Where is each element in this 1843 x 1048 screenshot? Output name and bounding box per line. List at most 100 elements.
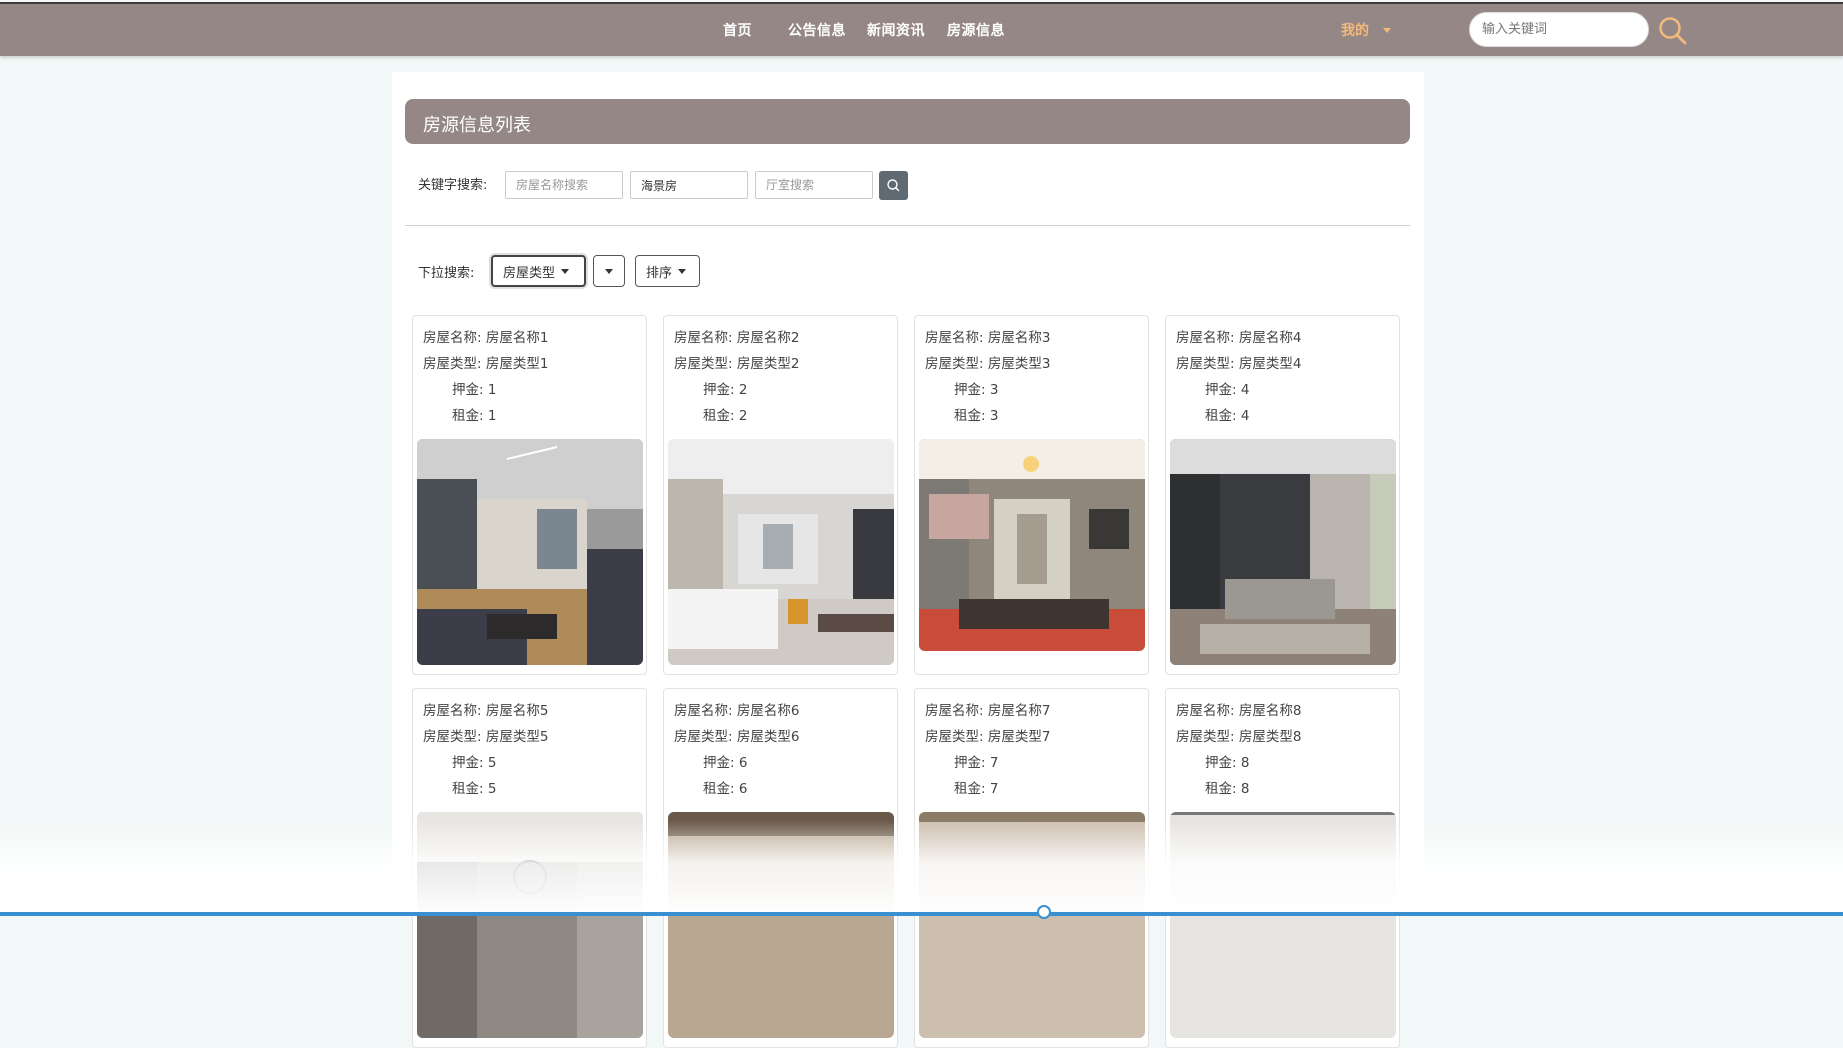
house-name-row: 房屋名称: 房屋名称6 [674,699,799,719]
house-type-dropdown[interactable]: 房屋类型 [491,255,586,287]
house-name-label: 房屋名称: [423,703,482,719]
sort-dropdown-label: 排序 [646,265,673,281]
house-card[interactable]: 房屋名称: 房屋名称1 房屋类型: 房屋类型1 押金: 1 租金: 1 [412,315,647,675]
slider-handle[interactable] [1037,905,1051,919]
house-type-value: 房屋类型6 [736,729,800,745]
nav-houses[interactable]: 房源信息 [947,20,1005,40]
search-icon[interactable] [1656,14,1690,48]
rent-value: 4 [1240,408,1250,424]
house-type-row: 房屋类型: 房屋类型4 [1176,352,1301,372]
house-type-row: 房屋类型: 房屋类型2 [674,352,799,372]
house-name-value: 房屋名称2 [736,330,800,346]
sort-dropdown[interactable]: 排序 [635,255,700,287]
house-photo[interactable] [668,812,894,1038]
rent-value: 1 [487,408,497,424]
my-menu[interactable]: 我的 [1341,20,1369,40]
chevron-down-icon[interactable] [1383,28,1391,33]
hall-search-input[interactable] [755,171,873,199]
nav-home[interactable]: 首页 [723,20,752,40]
house-photo[interactable] [417,439,643,665]
deposit-label: 押金: [954,755,986,771]
house-type-label: 房屋类型: [1176,356,1235,372]
house-card[interactable]: 房屋名称: 房屋名称3 房屋类型: 房屋类型3 押金: 3 租金: 3 [914,315,1149,675]
rent-row: 租金: 1 [452,404,496,424]
deposit-row: 押金: 6 [703,751,747,771]
house-name-row: 房屋名称: 房屋名称7 [925,699,1050,719]
top-search-input[interactable] [1469,12,1649,47]
rent-row: 租金: 5 [452,777,496,797]
house-name-row: 房屋名称: 房屋名称8 [1176,699,1301,719]
rent-row: 租金: 6 [703,777,747,797]
house-name-value: 房屋名称4 [1238,330,1302,346]
caret-down-icon [605,268,613,274]
search-button[interactable] [879,171,908,200]
house-photo[interactable] [668,439,894,665]
house-type-label: 房屋类型: [674,356,733,372]
house-name-row: 房屋名称: 房屋名称2 [674,326,799,346]
house-type-value: 房屋类型5 [485,729,549,745]
rent-row: 租金: 7 [954,777,998,797]
deposit-row: 押金: 1 [452,378,496,398]
rent-row: 租金: 8 [1205,777,1249,797]
deposit-value: 6 [738,755,748,771]
rent-row: 租金: 4 [1205,404,1249,424]
rent-label: 租金: [452,408,484,424]
deposit-label: 押金: [954,382,986,398]
house-name-label: 房屋名称: [925,703,984,719]
house-card[interactable]: 房屋名称: 房屋名称8 房屋类型: 房屋类型8 押金: 8 租金: 8 [1165,688,1400,1048]
house-photo[interactable] [1170,439,1396,665]
house-type-value: 房屋类型8 [1238,729,1302,745]
house-name-value: 房屋名称5 [485,703,549,719]
top-edge [0,2,1843,4]
nav-news[interactable]: 新闻资讯 [867,20,925,40]
house-card[interactable]: 房屋名称: 房屋名称6 房屋类型: 房屋类型6 押金: 6 租金: 6 [663,688,898,1048]
caret-down-icon [561,268,570,274]
rent-value: 2 [738,408,748,424]
house-type-label: 房屋类型: [423,729,482,745]
house-type-search-input[interactable] [630,171,748,199]
deposit-row: 押金: 5 [452,751,496,771]
deposit-row: 押金: 2 [703,378,747,398]
house-name-value: 房屋名称1 [485,330,549,346]
house-name-label: 房屋名称: [1176,330,1235,346]
nav-announcements[interactable]: 公告信息 [788,20,846,40]
house-card[interactable]: 房屋名称: 房屋名称2 房屋类型: 房屋类型2 押金: 2 租金: 2 [663,315,898,675]
house-type-label: 房屋类型: [674,729,733,745]
deposit-label: 押金: [703,382,735,398]
house-name-search-input[interactable] [505,171,623,199]
house-type-value: 房屋类型4 [1238,356,1302,372]
rent-label: 租金: [452,781,484,797]
rent-label: 租金: [1205,781,1237,797]
house-photo[interactable] [417,812,643,1038]
rent-value: 8 [1240,781,1250,797]
house-type-value: 房屋类型3 [987,356,1051,372]
rent-row: 租金: 2 [703,404,747,424]
house-card[interactable]: 房屋名称: 房屋名称4 房屋类型: 房屋类型4 押金: 4 租金: 4 [1165,315,1400,675]
house-name-value: 房屋名称8 [1238,703,1302,719]
house-type-label: 房屋类型: [1176,729,1235,745]
page-title: 房源信息列表 [423,115,531,136]
search-icon [887,179,900,192]
house-photo[interactable] [919,812,1145,1038]
deposit-value: 3 [989,382,999,398]
rent-label: 租金: [703,781,735,797]
house-photo[interactable] [1170,812,1396,1038]
deposit-value: 2 [738,382,748,398]
house-photo[interactable] [919,439,1145,651]
house-type-row: 房屋类型: 房屋类型5 [423,725,548,745]
house-name-row: 房屋名称: 房屋名称1 [423,326,548,346]
house-card[interactable]: 房屋名称: 房屋名称5 房屋类型: 房屋类型5 押金: 5 租金: 5 [412,688,647,1048]
deposit-value: 4 [1240,382,1250,398]
house-name-value: 房屋名称7 [987,703,1051,719]
top-nav-bar: 首页 公告信息 新闻资讯 房源信息 我的 [0,2,1843,56]
house-name-row: 房屋名称: 房屋名称4 [1176,326,1301,346]
second-dropdown[interactable] [593,255,625,287]
house-name-row: 房屋名称: 房屋名称5 [423,699,548,719]
deposit-label: 押金: [452,382,484,398]
list-header: 房源信息列表 [405,99,1410,144]
rent-label: 租金: [1205,408,1237,424]
deposit-value: 8 [1240,755,1250,771]
main-container: 房源信息列表 关键字搜索: 下拉搜索: 房屋类型 排序 房屋名称: 房屋名称1 … [392,72,1424,1048]
deposit-label: 押金: [1205,382,1237,398]
house-card[interactable]: 房屋名称: 房屋名称7 房屋类型: 房屋类型7 押金: 7 租金: 7 [914,688,1149,1048]
